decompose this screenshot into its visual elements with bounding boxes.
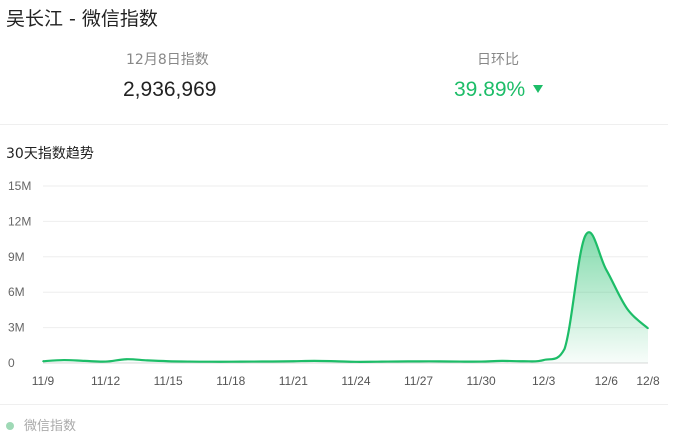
x-tick-label: 11/27 — [404, 374, 433, 388]
data-point-11-18[interactable] — [229, 360, 232, 363]
data-point-11-23[interactable] — [334, 360, 336, 363]
data-point-11-25[interactable] — [375, 360, 378, 363]
y-tick-label: 9M — [8, 250, 25, 264]
x-tick-label: 11/9 — [32, 374, 55, 388]
data-point-11-27[interactable] — [417, 360, 420, 363]
data-point-11-19[interactable] — [250, 360, 253, 363]
x-tick-label: 12/6 — [595, 374, 619, 388]
data-point-11-17[interactable] — [209, 360, 211, 363]
data-point-11-28[interactable] — [438, 360, 441, 363]
data-point-11-9[interactable] — [42, 360, 44, 363]
y-tick-label: 3M — [8, 321, 25, 335]
data-point-12-6[interactable] — [605, 268, 608, 271]
data-point-11-21[interactable] — [292, 360, 295, 363]
x-tick-label: 11/15 — [154, 374, 183, 388]
y-tick-label: 15M — [8, 179, 31, 193]
y-tick-label: 6M — [8, 285, 25, 299]
data-point-12-5[interactable] — [584, 234, 587, 237]
data-point-12-4[interactable] — [563, 348, 566, 350]
data-point-12-2[interactable] — [522, 360, 524, 363]
y-tick-label: 12M — [8, 214, 31, 228]
wechat-index-icon — [6, 422, 14, 430]
x-tick-label: 11/12 — [91, 374, 120, 388]
x-tick-label: 11/24 — [341, 374, 370, 388]
divider-bottom — [0, 404, 668, 405]
x-tick-label: 11/21 — [279, 374, 308, 388]
data-point-11-24[interactable] — [355, 361, 357, 363]
x-tick-label: 11/30 — [467, 374, 496, 388]
data-point-11-13[interactable] — [125, 358, 128, 361]
y-tick-label: 0 — [8, 356, 15, 370]
data-point-11-30[interactable] — [480, 360, 482, 363]
x-tick-label: 12/3 — [532, 374, 556, 388]
data-point-12-8[interactable] — [647, 327, 649, 330]
data-point-11-16[interactable] — [188, 360, 190, 363]
x-tick-label: 12/8 — [636, 374, 660, 388]
footer-label: 微信指数 — [24, 419, 77, 434]
trend-line — [42, 231, 649, 363]
footer: 微信指数 — [6, 415, 76, 434]
data-point-11-15[interactable] — [167, 360, 169, 363]
data-point-11-12[interactable] — [104, 360, 107, 363]
trend-area — [43, 232, 648, 363]
data-point-11-29[interactable] — [459, 360, 462, 363]
data-point-12-7[interactable] — [626, 307, 628, 310]
data-point-11-26[interactable] — [396, 360, 399, 363]
data-point-12-3[interactable] — [542, 359, 545, 361]
data-point-11-10[interactable] — [63, 359, 65, 361]
data-point-12-1[interactable] — [501, 360, 503, 362]
data-point-11-20[interactable] — [271, 360, 274, 363]
data-point-11-22[interactable] — [313, 360, 316, 362]
data-point-11-11[interactable] — [83, 360, 86, 362]
trend-chart: 0 3M 6M 9M 12M 15M 11/9 11/12 11/15 11/18 11/21 11… — [8, 179, 660, 388]
x-tick-label: 11/18 — [216, 374, 245, 388]
data-point-11-14[interactable] — [146, 359, 149, 362]
